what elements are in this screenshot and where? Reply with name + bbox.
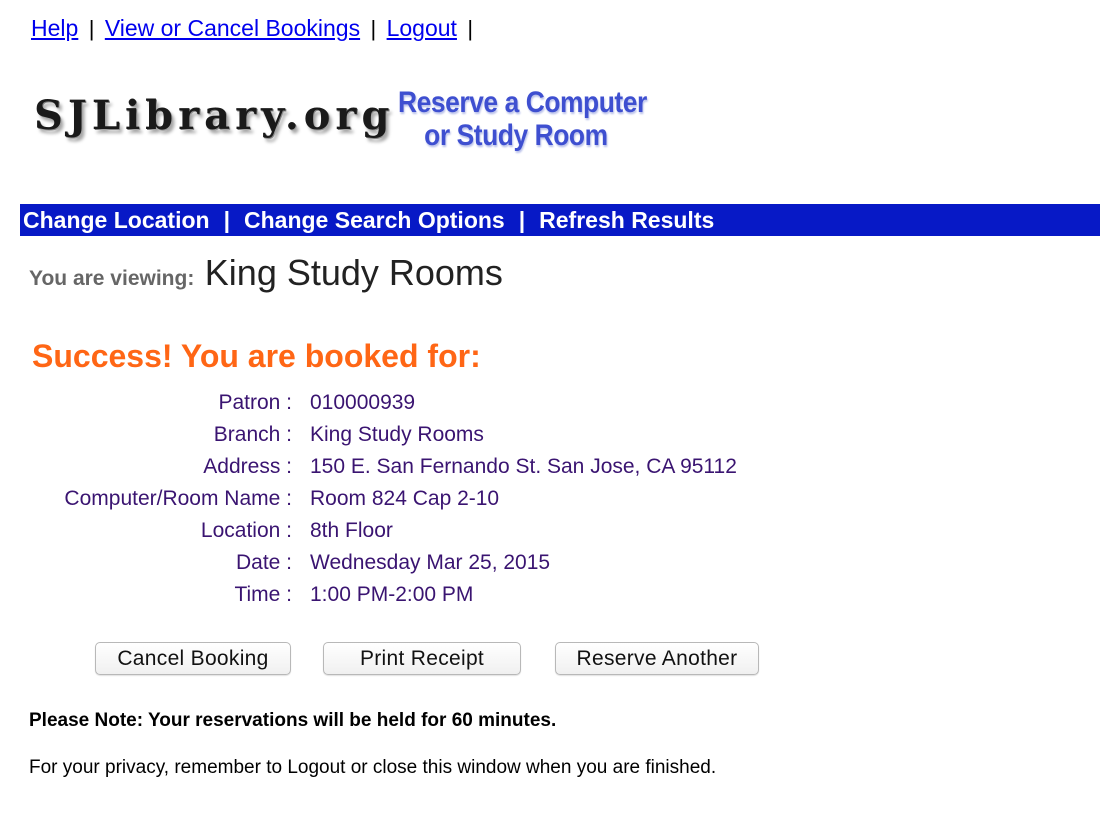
detail-label: Address :: [203, 455, 292, 478]
reserve-banner: Reserve a Computer or Study Room: [398, 86, 647, 152]
detail-value: 8th Floor: [310, 519, 393, 542]
detail-label: Branch :: [213, 423, 292, 446]
detail-value: Room 824 Cap 2-10: [310, 487, 500, 510]
change-search-options-link[interactable]: Change Search Options: [244, 207, 505, 233]
detail-row-patron: Patron : 010000939: [0, 391, 1100, 423]
nav-separator: |: [223, 207, 230, 233]
detail-row-location: Location : 8th Floor: [0, 519, 1100, 551]
detail-row-room-name: Computer/Room Name : Room 824 Cap 2-10: [0, 487, 1100, 519]
privacy-note: For your privacy, remember to Logout or …: [29, 757, 717, 778]
viewing-label: You are viewing:: [29, 267, 195, 290]
cancel-booking-button[interactable]: Cancel Booking: [95, 642, 291, 675]
change-location-link[interactable]: Change Location: [23, 207, 210, 233]
viewing-value: King Study Rooms: [204, 252, 503, 293]
detail-label: Patron :: [218, 391, 292, 414]
success-heading: Success! You are booked for:: [32, 338, 481, 374]
refresh-results-link[interactable]: Refresh Results: [539, 207, 714, 233]
nav-separator: |: [518, 207, 526, 233]
logout-link[interactable]: Logout: [387, 15, 457, 41]
reserve-another-button[interactable]: Reserve Another: [555, 642, 759, 675]
detail-label: Time :: [234, 583, 292, 606]
detail-row-address: Address : 150 E. San Fernando St. San Jo…: [0, 455, 1100, 487]
reserve-banner-line1: Reserve a Computer: [398, 86, 647, 119]
print-receipt-button[interactable]: Print Receipt: [323, 642, 521, 675]
reserve-banner-line2: or Study Room: [424, 119, 608, 152]
detail-value: 010000939: [310, 391, 416, 414]
detail-row-branch: Branch : King Study Rooms: [0, 423, 1100, 455]
booking-confirmation-page: Help | View or Cancel Bookings | Logout …: [0, 0, 1100, 816]
link-separator: |: [467, 16, 474, 41]
link-separator: |: [88, 16, 95, 41]
detail-value: 1:00 PM-2:00 PM: [310, 583, 474, 606]
detail-label: Date :: [235, 551, 292, 574]
booking-details: Patron : 010000939 Branch : King Study R…: [0, 391, 1100, 615]
detail-value: King Study Rooms: [310, 423, 484, 446]
detail-value: Wednesday Mar 25, 2015: [310, 551, 551, 574]
detail-row-time: Time : 1:00 PM-2:00 PM: [0, 583, 1100, 615]
view-cancel-bookings-link[interactable]: View or Cancel Bookings: [105, 15, 360, 41]
link-separator: |: [370, 16, 377, 41]
hold-note: Please Note: Your reservations will be h…: [29, 710, 557, 731]
detail-value: 150 E. San Fernando St. San Jose, CA 951…: [310, 455, 737, 478]
top-links: Help | View or Cancel Bookings | Logout …: [31, 14, 477, 43]
detail-label: Computer/Room Name :: [64, 487, 292, 510]
detail-label: Location :: [200, 519, 292, 542]
nav-bar: Change Location | Change Search Options | Re…: [20, 204, 1100, 236]
detail-row-date: Date : Wednesday Mar 25, 2015: [0, 551, 1100, 583]
help-link[interactable]: Help: [31, 15, 78, 41]
viewing-location: You are viewing: King Study Rooms: [29, 252, 503, 294]
sjlibrary-logo: SJLibrary.org: [34, 92, 395, 139]
